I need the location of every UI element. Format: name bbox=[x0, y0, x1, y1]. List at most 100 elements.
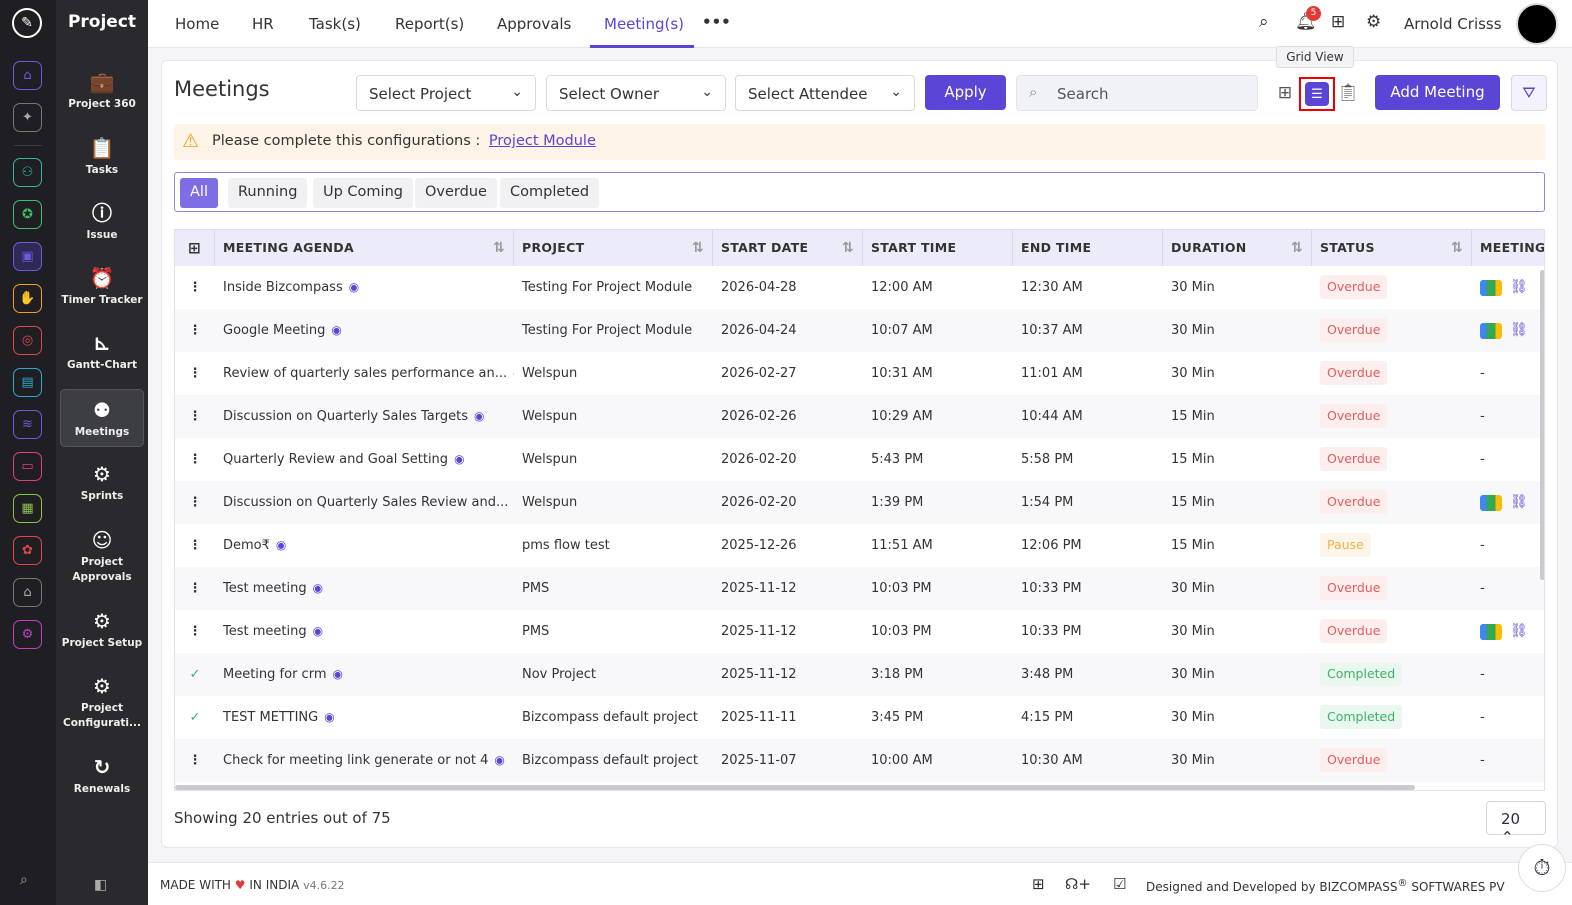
select-project-dropdown[interactable]: Select Project ⌄ bbox=[356, 75, 536, 111]
eye-icon[interactable]: ◉ bbox=[313, 581, 323, 595]
list-view-button[interactable]: ☰ bbox=[1299, 77, 1335, 111]
sort-icon[interactable]: ⇅ bbox=[1291, 230, 1303, 266]
table-row[interactable]: ⋮ Test meeting ◉ PMS 2025-11-12 10:03 PM 10:33… bbox=[175, 567, 1544, 610]
agenda-text[interactable]: Discussion on Quarterly Sales Targets bbox=[223, 409, 468, 424]
eye-icon[interactable]: ◉ bbox=[332, 667, 342, 681]
row-menu-icon[interactable]: ⋮ bbox=[175, 739, 215, 782]
agenda-text[interactable]: Test meeting bbox=[223, 624, 307, 639]
link-icon[interactable]: ⛓ bbox=[1510, 322, 1528, 338]
google-meet-icon[interactable] bbox=[1480, 279, 1502, 296]
tab-overdue[interactable]: Overdue bbox=[415, 178, 497, 208]
agenda-text[interactable]: Google Meeting bbox=[223, 323, 325, 338]
check-circle-icon[interactable]: ✓ bbox=[175, 696, 215, 739]
briefcase-icon[interactable]: ▣ bbox=[13, 242, 42, 271]
select-attendee-dropdown[interactable]: Select Attendee ⌄ bbox=[735, 75, 915, 111]
horizontal-scrollbar[interactable] bbox=[175, 785, 1415, 790]
agenda-text[interactable]: Discussion on Quarterly Sales Review and… bbox=[223, 495, 508, 510]
row-menu-icon[interactable]: ⋮ bbox=[175, 395, 215, 438]
target-icon[interactable]: ◎ bbox=[13, 326, 42, 355]
row-menu-icon[interactable]: ⋮ bbox=[175, 309, 215, 352]
eye-icon[interactable]: ◉ bbox=[349, 280, 359, 294]
table-row[interactable]: ✓ TEST METTING ◉ Bizcompass default project… bbox=[175, 696, 1544, 739]
eye-icon[interactable]: ◉ bbox=[331, 323, 341, 337]
table-row[interactable]: ⋮ Discussion on Quarterly Sales Targets ◉ W… bbox=[175, 395, 1544, 438]
grid-view-icon[interactable]: ⊞ bbox=[1269, 75, 1301, 111]
select-owner-dropdown[interactable]: Select Owner ⌄ bbox=[546, 75, 726, 111]
sidebar-item-project-360[interactable]: 💼 Project 360 bbox=[60, 70, 144, 120]
google-meet-icon[interactable] bbox=[1480, 322, 1502, 339]
support-icon[interactable]: ☊+ bbox=[1065, 875, 1091, 893]
users-icon[interactable]: ⚇ bbox=[13, 158, 42, 187]
row-menu-icon[interactable]: ⋮ bbox=[175, 352, 215, 395]
check-circle-icon[interactable]: ✓ bbox=[175, 653, 215, 696]
box-icon[interactable]: ▤ bbox=[13, 368, 42, 397]
nav-home[interactable]: Home bbox=[175, 15, 219, 33]
agenda-text[interactable]: Check for meeting link generate or not 4 bbox=[223, 753, 488, 768]
nav-approvals[interactable]: Approvals bbox=[497, 15, 571, 33]
sidebar-item-issue[interactable]: ⓘ Issue bbox=[60, 201, 144, 251]
table-row[interactable]: ⋮ Review of quarterly sales performance a… bbox=[175, 352, 1544, 395]
apps-grid-icon[interactable]: ⊞ bbox=[1331, 12, 1345, 32]
avatar[interactable] bbox=[1516, 3, 1558, 45]
gear-icon[interactable]: ⚙ bbox=[1366, 12, 1381, 32]
sort-icon[interactable]: ⇅ bbox=[842, 230, 854, 266]
col-start-date[interactable]: START DATE ⇅ bbox=[713, 230, 863, 266]
sidebar-item-tasks[interactable]: 📋 Tasks bbox=[60, 136, 144, 186]
vertical-scrollbar[interactable] bbox=[1540, 270, 1544, 580]
google-meet-icon[interactable] bbox=[1480, 623, 1502, 640]
google-meet-icon[interactable] bbox=[1480, 494, 1502, 511]
table-row[interactable]: ✓ Meeting for crm ◉ Nov Project 2025-11-12 3:… bbox=[175, 653, 1544, 696]
col-status[interactable]: STATUS ⇅ bbox=[1312, 230, 1472, 266]
sidebar-item-project-approvals[interactable]: ☺ Project Approvals bbox=[60, 528, 144, 588]
tab-all[interactable]: All bbox=[180, 178, 218, 208]
nav-meetings[interactable]: Meeting(s) bbox=[604, 15, 684, 33]
agenda-text[interactable]: Review of quarterly sales performance an… bbox=[223, 366, 507, 381]
windows-icon[interactable]: ⊞ bbox=[1032, 875, 1045, 893]
sidebar-item-meetings[interactable]: ⚉ Meetings bbox=[60, 389, 144, 447]
row-menu-icon[interactable]: ⋮ bbox=[175, 481, 215, 524]
search-icon[interactable]: ⌕ bbox=[20, 872, 28, 888]
agenda-text[interactable]: Test meeting bbox=[223, 581, 307, 596]
sidebar-item-project-configuration[interactable]: ⚙ Project Configurati... bbox=[60, 674, 144, 734]
link-icon[interactable]: ⛓ bbox=[1510, 623, 1528, 639]
col-duration[interactable]: DURATION ⇅ bbox=[1163, 230, 1312, 266]
house-icon[interactable]: ⌂ bbox=[13, 578, 42, 607]
eye-icon[interactable]: ◉ bbox=[474, 409, 484, 423]
checklist-icon[interactable]: ☑ bbox=[1113, 875, 1126, 893]
pin-icon[interactable]: ✦ bbox=[13, 103, 42, 132]
nav-tasks[interactable]: Task(s) bbox=[309, 15, 361, 33]
row-menu-icon[interactable]: ⋮ bbox=[175, 266, 215, 309]
settings-icon[interactable]: ⚙ bbox=[13, 620, 42, 649]
agenda-text[interactable]: Inside Bizcompass bbox=[223, 280, 343, 295]
sidebar-item-project-setup[interactable]: ⚙ Project Setup bbox=[60, 609, 144, 659]
table-row[interactable]: ⋮ Google Meeting ◉ Testing For Project Modu… bbox=[175, 309, 1544, 352]
sidebar-item-timer-tracker[interactable]: ⏰ Timer Tracker bbox=[60, 266, 144, 316]
row-menu-icon[interactable]: ⋮ bbox=[175, 567, 215, 610]
table-row[interactable]: ⋮ Test meeting ◉ PMS 2025-11-12 10:03 PM 10:33… bbox=[175, 610, 1544, 653]
stopwatch-icon[interactable]: ⏱ bbox=[1518, 844, 1566, 892]
table-row[interactable]: ⋮ Inside Bizcompass ◉ Testing For Project M… bbox=[175, 266, 1544, 309]
eye-icon[interactable]: ◉ bbox=[313, 624, 323, 638]
collapse-sidebar-icon[interactable]: ◧ bbox=[94, 877, 107, 893]
apply-button[interactable]: Apply bbox=[925, 75, 1006, 110]
page-size-select[interactable]: 20 ⌃ bbox=[1486, 801, 1546, 846]
col-agenda[interactable]: MEETING AGENDA ⇅ bbox=[215, 230, 514, 266]
sidebar-item-sprints[interactable]: ⚙ Sprints bbox=[60, 462, 144, 512]
table-row[interactable]: ⋮ Demo₹ ◉ pms flow test 2025-12-26 11:51 AM 12… bbox=[175, 524, 1544, 567]
tab-running[interactable]: Running bbox=[228, 178, 308, 208]
eye-icon[interactable]: ◉ bbox=[454, 452, 464, 466]
table-row[interactable]: ⋮ Quarterly Review and Goal Setting ◉ Welsp… bbox=[175, 438, 1544, 481]
nav-reports[interactable]: Report(s) bbox=[395, 15, 464, 33]
home-icon[interactable]: ⌂ bbox=[13, 61, 42, 90]
search-input[interactable]: ⌕ Search bbox=[1016, 75, 1258, 111]
sort-icon[interactable]: ⇅ bbox=[1451, 230, 1463, 266]
agenda-text[interactable]: Demo₹ bbox=[223, 538, 270, 553]
sidebar-item-renewals[interactable]: ↻ Renewals bbox=[60, 755, 144, 805]
col-project[interactable]: PROJECT ⇅ bbox=[514, 230, 713, 266]
monitor-icon[interactable]: ▭ bbox=[13, 452, 42, 481]
table-row[interactable]: ⋮ Check for meeting link generate or not … bbox=[175, 739, 1544, 782]
tab-upcoming[interactable]: Up Coming bbox=[313, 178, 413, 208]
sort-icon[interactable]: ⇅ bbox=[692, 230, 704, 266]
agenda-text[interactable]: Quarterly Review and Goal Setting bbox=[223, 452, 448, 467]
search-icon[interactable]: ⌕ bbox=[1259, 12, 1269, 32]
